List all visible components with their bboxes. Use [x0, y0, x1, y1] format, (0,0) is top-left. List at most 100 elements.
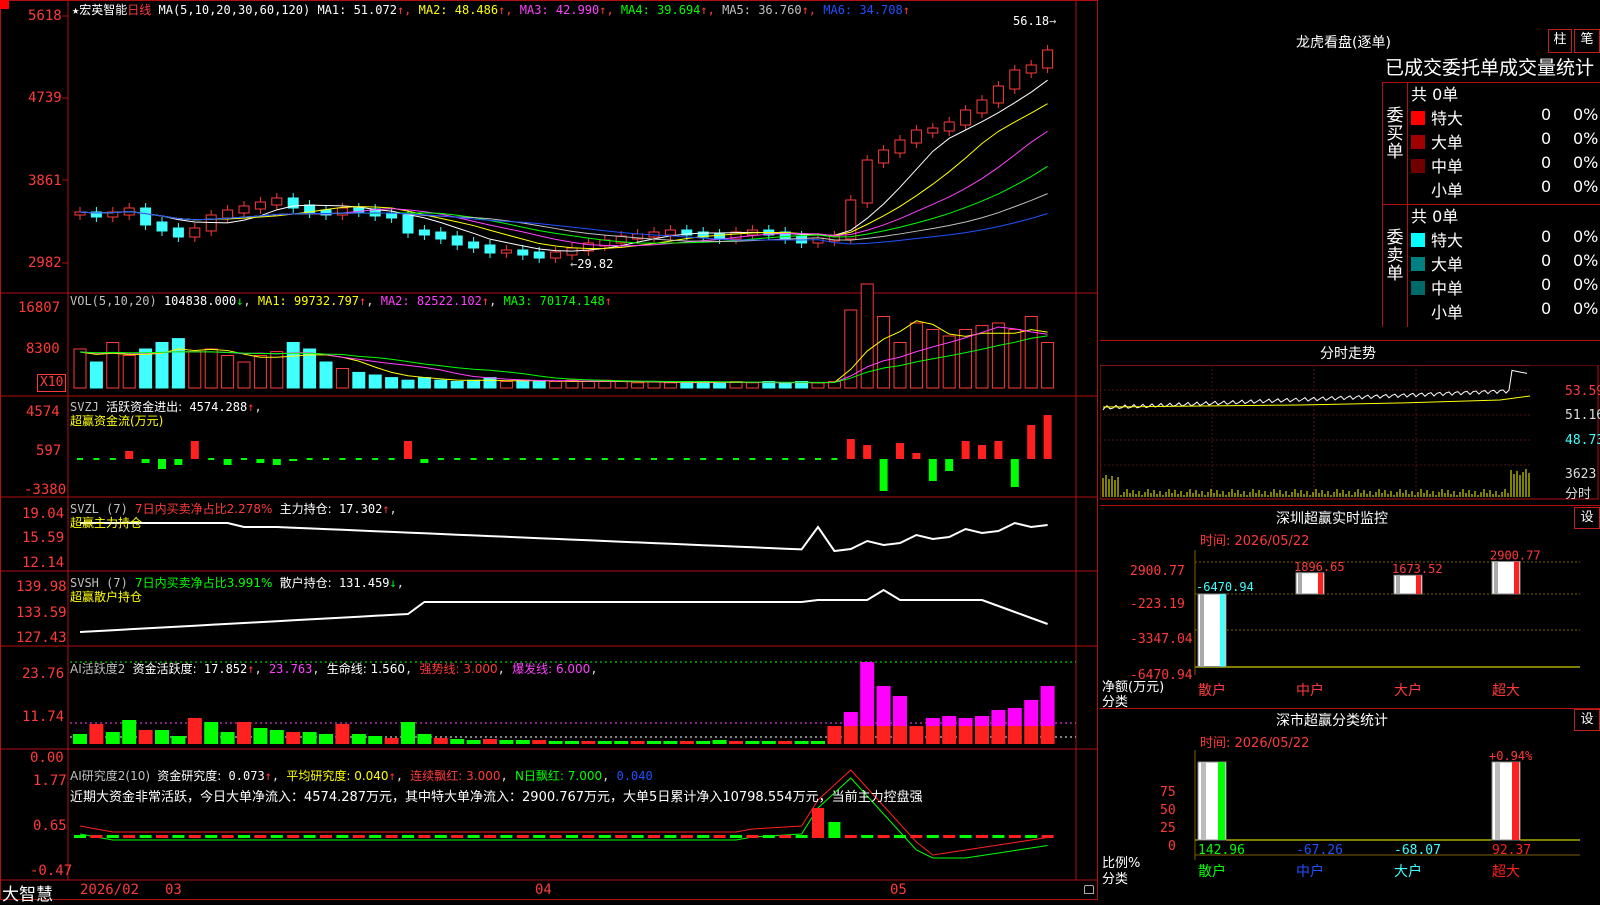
volume-bar [631, 382, 645, 389]
activity-bar [679, 741, 694, 744]
flow-bar [125, 451, 134, 459]
activity-bar [745, 741, 760, 744]
svsh-axis-tick: 139.98 [16, 579, 67, 595]
lock-icon[interactable] [1084, 885, 1094, 894]
activity-bar [515, 740, 530, 744]
volume-bar [237, 361, 251, 389]
main-holding-line [80, 521, 1048, 553]
research-bar [139, 835, 152, 838]
ma-item-6: MA6: 34.708↑ [816, 3, 910, 17]
candle [336, 207, 348, 216]
research-bar [1008, 835, 1021, 838]
intraday-vol-label: 分时 [1565, 487, 1592, 502]
ss-axis-tick: 25 [1160, 821, 1176, 836]
research-bar [615, 835, 628, 838]
legend-swatch [1411, 183, 1425, 197]
ma-item-5: MA5: 36.760↑, [714, 3, 817, 17]
ss-settings-button[interactable]: 设 [1574, 709, 1600, 731]
ai1-axis-tick: 23.76 [22, 666, 65, 682]
buy-order-table: 委买单 共 0单 特大 0 0% 大单 0 0% 中单 0 0% 小单 0 0% [1382, 82, 1600, 205]
period-label[interactable]: 日线 [127, 3, 151, 17]
activity-bar [581, 741, 596, 744]
research-bar [877, 835, 890, 838]
legend-swatch [1411, 281, 1425, 295]
volume-bar [1024, 316, 1038, 389]
candle [533, 251, 545, 259]
sz-bar-shade [1298, 572, 1302, 594]
flow-bar [879, 459, 888, 491]
volume-bar [549, 381, 563, 389]
flow-bar [552, 458, 559, 460]
candle [910, 129, 922, 144]
flow-bar [618, 458, 625, 460]
activity-bar [614, 741, 629, 744]
corner-marker-icon[interactable] [0, 0, 9, 9]
flow-bar [190, 441, 199, 459]
research-bar [188, 835, 201, 838]
main-chart-area[interactable] [0, 0, 1100, 900]
ai1-axis-tick: 0.00 [30, 750, 64, 766]
intraday-chart[interactable] [1100, 365, 1600, 505]
flow-bar [420, 459, 429, 463]
svzl-axis-tick: 19.04 [22, 506, 65, 522]
activity-bar [1024, 726, 1039, 744]
research-bar [418, 835, 431, 838]
brand-logo[interactable]: 大智慧 [2, 880, 53, 905]
volume-bar [368, 374, 382, 389]
tick-view-button[interactable]: 笔 [1574, 29, 1600, 53]
volume-bar [1041, 342, 1055, 389]
activity-bar [384, 738, 399, 744]
research-bar [385, 835, 398, 838]
ai1-axis-tick: 11.74 [22, 709, 65, 725]
flow-bar [158, 459, 166, 469]
flow-bar [700, 458, 707, 460]
sell-order-table: 委卖单 共 0单 特大 0 0% 大单 0 0% 中单 0 0% 小单 0 0% [1382, 204, 1600, 327]
activity-bar [499, 740, 514, 744]
research-bar [730, 835, 742, 838]
candle [992, 85, 1004, 104]
bar-view-button[interactable]: 柱 [1548, 29, 1572, 53]
volume-bar [401, 379, 415, 389]
flow-bar [831, 458, 838, 460]
volume-bar [253, 355, 267, 389]
research-bar [336, 835, 349, 838]
candle [517, 249, 529, 256]
volume-bar [319, 361, 333, 389]
sz-axis-tick: -3347.04 [1130, 632, 1193, 647]
order-row: 小单 0 0% [1411, 177, 1600, 201]
volume-bar [581, 381, 595, 389]
ai2-axis-tick: 1.77 [33, 773, 67, 789]
date-label: 03 [165, 882, 182, 898]
sz-axis-tick: 2900.77 [1130, 564, 1185, 579]
flow-bar [667, 458, 674, 460]
flow-bar [223, 459, 232, 465]
activity-bar [827, 726, 842, 744]
activity-bar [220, 732, 235, 744]
sz-settings-button[interactable]: 设 [1574, 507, 1600, 529]
ss-cat-label: 大户 [1394, 863, 1422, 880]
price-axis-tick: 5618 [28, 8, 62, 24]
vol-unit-badge[interactable]: X10 [37, 374, 67, 392]
flow-bar [634, 458, 641, 460]
research-bar [156, 835, 168, 838]
activity-bar [73, 734, 87, 744]
ma-item-4: MA4: 39.694↑, [613, 3, 715, 17]
research-bar [172, 835, 185, 838]
candle [960, 109, 972, 126]
intraday-axis-tick: 48.73 [1565, 433, 1600, 448]
activity-bar [597, 741, 612, 744]
intraday-axis-tick: 53.59 [1565, 384, 1600, 399]
activity-bar [876, 726, 891, 744]
activity-bar [893, 696, 907, 726]
volume-bar [335, 368, 349, 389]
activity-bar [794, 741, 809, 744]
flow-bar [404, 441, 412, 459]
flow-bar [749, 458, 756, 460]
legend-swatch [1411, 257, 1425, 271]
activity-bar [171, 736, 186, 744]
research-bar [484, 835, 496, 838]
candle [1009, 69, 1021, 90]
sell-side-label: 委卖单 [1386, 228, 1404, 284]
research-bar [369, 835, 382, 838]
activity-bar [925, 718, 940, 726]
